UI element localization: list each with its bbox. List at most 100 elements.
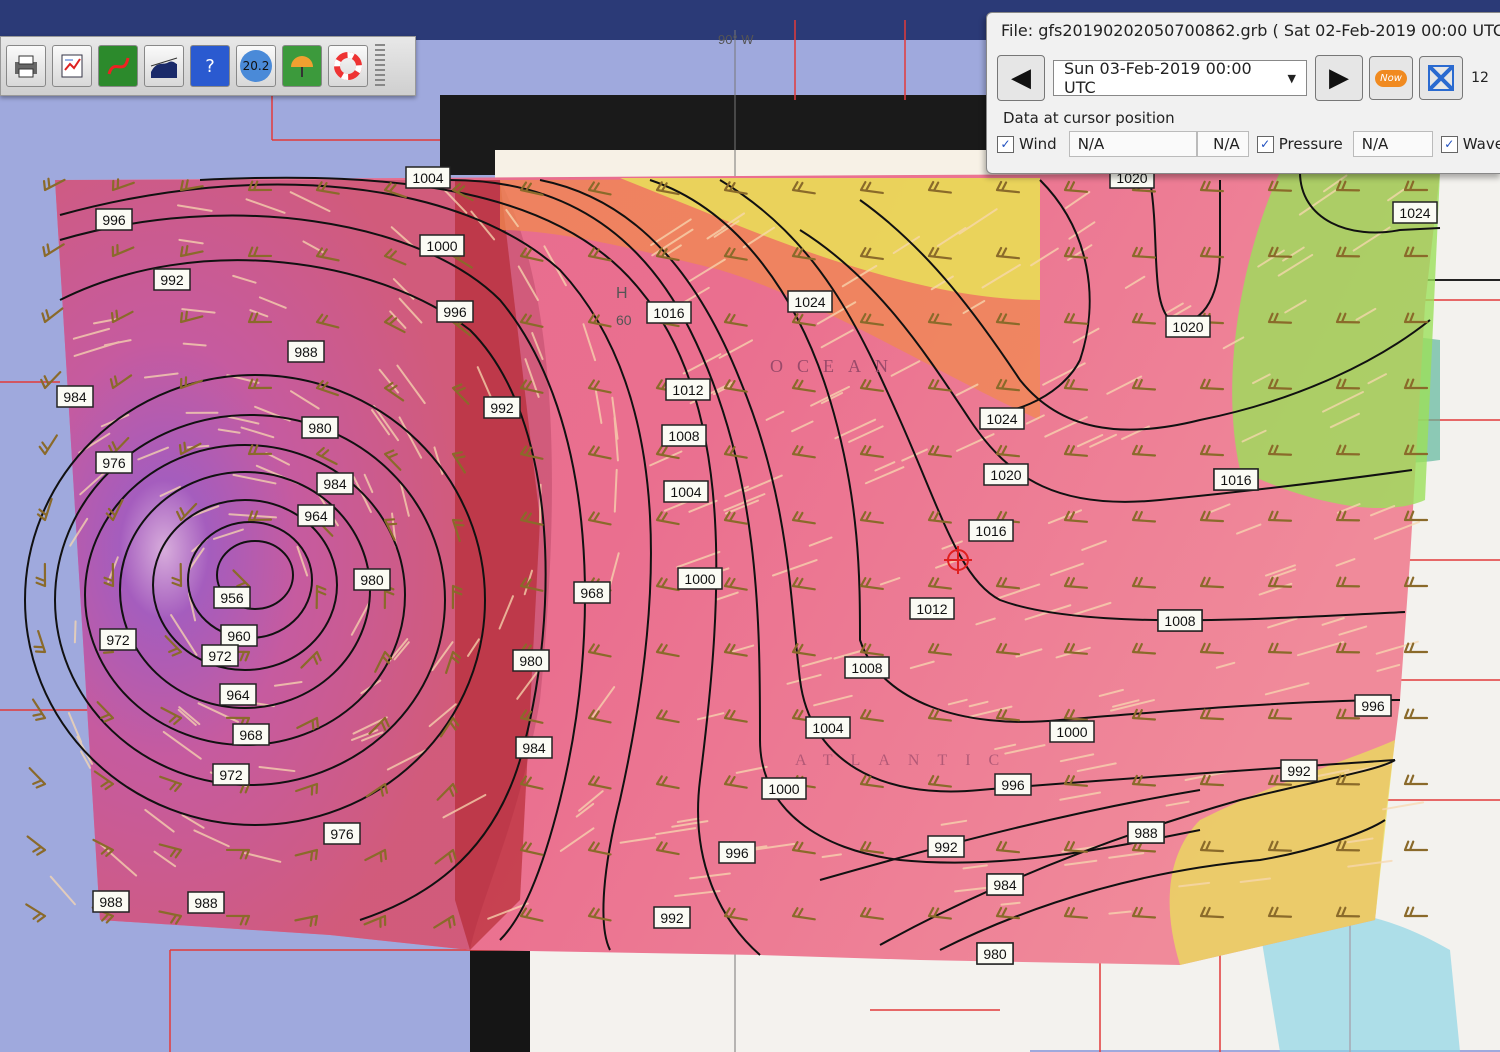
arrow-right-icon: ▶ (1329, 63, 1349, 93)
svg-text:980: 980 (360, 572, 384, 588)
cursor-data-row: ✓ Wind N/A N/A ✓ Pressure N/A ✓ Wave (997, 131, 1500, 157)
isobar-label: 964 (219, 683, 257, 706)
zoom-to-grib-button[interactable] (1419, 56, 1463, 100)
toolbar-grip[interactable] (375, 44, 385, 88)
wave-checkbox[interactable]: ✓ (1440, 135, 1458, 153)
svg-text:996: 996 (443, 304, 467, 320)
svg-text:960: 960 (227, 628, 251, 644)
longitude-label: 90° W (718, 32, 754, 47)
chart-side-letter: H (616, 285, 628, 302)
isobar-label: 1020 (1165, 315, 1211, 338)
svg-text:988: 988 (1134, 825, 1158, 841)
now-button[interactable]: Now (1369, 56, 1413, 100)
isobar-label: 972 (201, 644, 239, 667)
svg-text:996: 996 (725, 845, 749, 861)
cursor-data-title: Data at cursor position (1003, 109, 1175, 127)
svg-text:980: 980 (308, 420, 332, 436)
current-button[interactable]: 20.2 (236, 45, 276, 87)
route-checklist-button[interactable] (52, 45, 92, 87)
route-button[interactable] (98, 45, 138, 87)
wind-checkbox[interactable]: ✓ (997, 135, 1014, 153)
svg-text:1012: 1012 (672, 382, 703, 398)
svg-text:996: 996 (1361, 698, 1385, 714)
isobar-label: 980 (976, 942, 1014, 965)
isobar-label: 968 (573, 581, 611, 604)
isobar-label: 1000 (761, 777, 807, 800)
isobar-label: 1012 (665, 378, 711, 401)
next-time-button[interactable]: ▶ (1315, 55, 1363, 101)
isobar-label: 984 (56, 385, 94, 408)
wave-label: Wave (1462, 135, 1500, 153)
checklist-icon (61, 54, 83, 78)
svg-text:956: 956 (220, 590, 244, 606)
isobar-label: 1008 (661, 424, 707, 447)
umbrella-icon (291, 56, 313, 77)
svg-text:988: 988 (99, 894, 123, 910)
lifebuoy-button[interactable] (328, 45, 368, 87)
svg-text:976: 976 (330, 826, 354, 842)
svg-text:1000: 1000 (426, 238, 457, 254)
svg-text:984: 984 (993, 877, 1017, 893)
svg-text:972: 972 (208, 648, 232, 664)
svg-text:968: 968 (580, 585, 604, 601)
isobar-label: 988 (287, 340, 325, 363)
route-icon (107, 57, 130, 75)
weather-button[interactable] (282, 45, 322, 87)
svg-text:984: 984 (63, 389, 87, 405)
svg-text:980: 980 (519, 653, 543, 669)
svg-text:988: 988 (294, 344, 318, 360)
isobar-label: 1000 (677, 567, 723, 590)
isobar-label: 988 (187, 891, 225, 914)
svg-text:996: 996 (102, 212, 126, 228)
isobar-label: 988 (1127, 821, 1165, 844)
isobar-label: 996 (994, 773, 1032, 796)
svg-text:992: 992 (934, 839, 958, 855)
svg-text:1024: 1024 (1399, 205, 1430, 221)
svg-text:1008: 1008 (668, 428, 699, 444)
isobar-label: 1000 (1049, 720, 1095, 743)
isobar-label: 988 (92, 890, 130, 913)
isobar-label: 976 (323, 822, 361, 845)
wind-direction-field: N/A (1196, 131, 1249, 157)
isobar-label: 956 (213, 586, 251, 609)
wind-streak (73, 620, 77, 644)
print-button[interactable] (6, 45, 46, 87)
svg-text:984: 984 (522, 740, 546, 756)
main-toolbar: ? 20.2 (0, 36, 416, 96)
svg-text:1008: 1008 (851, 660, 882, 676)
svg-text:1004: 1004 (412, 170, 443, 186)
isobar-label: 980 (353, 568, 391, 591)
tide-button[interactable] (144, 45, 184, 87)
chevron-down-icon: ▼ (1287, 71, 1296, 85)
isobar-label: 992 (927, 835, 965, 858)
time-select[interactable]: Sun 03-Feb-2019 00:00 UTC ▼ (1053, 59, 1307, 97)
svg-text:980: 980 (983, 946, 1007, 962)
svg-text:1024: 1024 (986, 411, 1017, 427)
isobar-label: 1024 (979, 407, 1025, 430)
svg-text:1016: 1016 (1220, 472, 1251, 488)
wind-label: Wind (1019, 135, 1057, 153)
isobar-label: 984 (316, 472, 354, 495)
ocean-label: OCEAN (770, 356, 902, 376)
grib-corner-number: 12 (1471, 70, 1489, 86)
isobar-label: 992 (653, 906, 691, 929)
isobar-label: 972 (99, 628, 137, 651)
pressure-checkbox[interactable]: ✓ (1256, 135, 1274, 153)
isobar-label: 1020 (983, 463, 1029, 486)
svg-text:992: 992 (1287, 763, 1311, 779)
isobar-label: 996 (718, 841, 756, 864)
svg-text:1016: 1016 (653, 305, 684, 321)
help-button[interactable]: ? (190, 45, 230, 87)
isobar-label: 984 (515, 736, 553, 759)
now-label: Now (1375, 69, 1407, 87)
isobar-label: 964 (297, 504, 335, 527)
lifebuoy-icon (334, 52, 362, 80)
svg-text:1004: 1004 (670, 484, 701, 500)
isobar-label: 1016 (1213, 468, 1259, 491)
isobar-label: 968 (232, 723, 270, 746)
time-select-value: Sun 03-Feb-2019 00:00 UTC (1064, 59, 1252, 97)
grib-file-label: File: gfs20190202050700862.grb ( Sat 02-… (1001, 21, 1500, 40)
isobar-label: 972 (212, 763, 250, 786)
previous-time-button[interactable]: ◀ (997, 55, 1045, 101)
chart-side-number: 60 (616, 312, 632, 328)
